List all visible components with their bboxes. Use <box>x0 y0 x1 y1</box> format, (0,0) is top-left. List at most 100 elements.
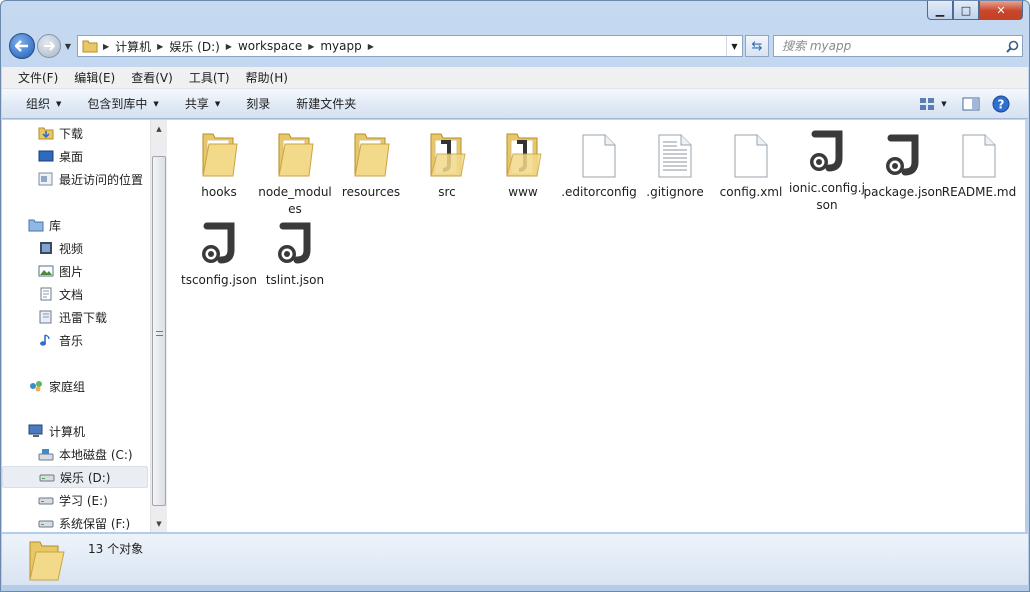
chevron-right-icon[interactable]: ▶ <box>154 42 166 51</box>
folder-icon <box>26 538 70 582</box>
text-file-icon <box>651 130 699 178</box>
search-icon[interactable] <box>1002 40 1022 53</box>
nav-item-thunder-download[interactable]: 迅雷下载 <box>2 306 148 328</box>
file-item-package-json[interactable]: package.json <box>863 124 943 209</box>
file-item-gitignore[interactable]: .gitignore <box>635 124 715 209</box>
folder-icon <box>82 39 98 53</box>
search-box[interactable] <box>773 35 1023 57</box>
music-icon <box>38 332 54 348</box>
menu-view[interactable]: 查看(V) <box>123 69 181 86</box>
navigation-scrollbar[interactable]: ▲ ▼ <box>150 120 167 532</box>
share-button[interactable]: 共享 ▼ <box>177 95 228 112</box>
menu-edit[interactable]: 编辑(E) <box>66 69 123 86</box>
file-item-node-modules[interactable]: node_modules <box>255 124 335 216</box>
search-input[interactable] <box>782 39 1002 53</box>
file-item-tsconfig-json[interactable]: tsconfig.json <box>179 212 259 297</box>
nav-item-libraries[interactable]: 库 <box>2 214 148 236</box>
item-count: 13 个对象 <box>88 542 144 556</box>
back-button[interactable] <box>9 33 35 59</box>
include-in-library-button[interactable]: 包含到库中 ▼ <box>79 95 166 112</box>
scrollbar-thumb[interactable] <box>152 156 166 506</box>
nav-item-pictures[interactable]: 图片 <box>2 260 148 282</box>
breadcrumb-computer[interactable]: 计算机 <box>112 38 154 55</box>
svg-text:?: ? <box>998 98 1005 112</box>
nav-label: 文档 <box>59 287 84 302</box>
forward-arrow-icon <box>44 41 55 51</box>
file-item-config-xml[interactable]: config.xml <box>711 124 791 209</box>
nav-label: 最近访问的位置 <box>59 172 144 187</box>
nav-item-drive-c[interactable]: 本地磁盘 (C:) <box>2 443 148 465</box>
breadcrumb-myapp[interactable]: myapp <box>317 39 364 53</box>
forward-button[interactable] <box>37 34 61 58</box>
organize-button[interactable]: 组织 ▼ <box>18 95 69 112</box>
nav-item-desktop[interactable]: 桌面 <box>2 145 148 167</box>
refresh-icon: ⇆ <box>751 38 763 54</box>
breadcrumb-workspace[interactable]: workspace <box>235 39 305 53</box>
libraries-icon <box>28 217 44 233</box>
nav-label: 计算机 <box>49 424 86 439</box>
nav-label: 娱乐 (D:) <box>60 470 111 485</box>
file-item-ionic-config-json[interactable]: ionic.config.json <box>787 124 867 212</box>
burn-button[interactable]: 刻录 <box>238 95 278 112</box>
minimize-button[interactable]: ▁ <box>927 1 953 20</box>
nav-label: 视频 <box>59 241 84 256</box>
file-list: hooks node_modules resources src www .ed… <box>167 120 1025 532</box>
toolbar-right: ▼ ? <box>906 94 1012 114</box>
drive-icon <box>38 515 54 531</box>
nav-item-music[interactable]: 音乐 <box>2 329 148 351</box>
json-file-icon <box>195 218 243 266</box>
window-controls: ▁ □ ✕ <box>927 1 1023 20</box>
scroll-down-arrow-icon[interactable]: ▼ <box>151 515 167 532</box>
chevron-right-icon[interactable]: ▶ <box>100 42 112 51</box>
nav-item-drive-e[interactable]: 学习 (E:) <box>2 489 148 511</box>
chevron-right-icon[interactable]: ▶ <box>305 42 317 51</box>
blank-file-icon <box>575 130 623 178</box>
nav-item-recent-places[interactable]: 最近访问的位置 <box>2 168 148 190</box>
address-bar[interactable]: ▶ 计算机 ▶ 娱乐 (D:) ▶ workspace ▶ myapp ▶ ▼ <box>77 35 743 57</box>
file-item-tslint-json[interactable]: tslint.json <box>255 212 335 297</box>
nav-label: 下载 <box>59 126 84 141</box>
view-options-button[interactable]: ▼ <box>914 94 952 114</box>
nav-label: 学习 (E:) <box>59 493 108 508</box>
address-history-dropdown[interactable]: ▼ <box>726 36 742 56</box>
caret-down-icon: ▼ <box>941 100 947 108</box>
file-item-src[interactable]: src <box>407 124 487 209</box>
new-folder-button[interactable]: 新建文件夹 <box>288 95 364 112</box>
help-button[interactable]: ? <box>990 94 1012 114</box>
nav-item-videos[interactable]: 视频 <box>2 237 148 259</box>
preview-pane-button[interactable] <box>960 94 982 114</box>
breadcrumb-drive-d[interactable]: 娱乐 (D:) <box>166 38 222 55</box>
refresh-button[interactable]: ⇆ <box>745 35 769 57</box>
new-folder-label: 新建文件夹 <box>296 97 357 111</box>
nav-item-drive-d[interactable]: 娱乐 (D:) <box>2 466 148 488</box>
caret-down-icon: ▼ <box>214 99 221 108</box>
nav-item-drive-f[interactable]: 系统保留 (F:) <box>2 512 148 532</box>
file-name: package.json <box>863 185 943 199</box>
chevron-right-icon[interactable]: ▶ <box>223 42 235 51</box>
homegroup-icon <box>28 378 44 394</box>
scroll-up-arrow-icon[interactable]: ▲ <box>151 120 167 137</box>
menu-file[interactable]: 文件(F) <box>10 69 66 86</box>
nav-item-downloads[interactable]: 下载 <box>2 122 148 144</box>
menu-tools[interactable]: 工具(T) <box>181 69 238 86</box>
menu-help[interactable]: 帮助(H) <box>238 69 296 86</box>
close-button[interactable]: ✕ <box>979 1 1023 20</box>
json-file-icon <box>879 130 927 178</box>
videos-icon <box>38 240 54 256</box>
nav-item-homegroup[interactable]: 家庭组 <box>2 375 148 397</box>
file-item-www[interactable]: www <box>483 124 563 209</box>
maximize-button[interactable]: □ <box>953 1 979 20</box>
folder-with-json-icon <box>423 130 471 178</box>
nav-label: 迅雷下载 <box>59 310 108 325</box>
file-name: src <box>438 185 456 199</box>
chevron-right-icon[interactable]: ▶ <box>365 42 377 51</box>
file-name: www <box>508 185 538 199</box>
file-item-resources[interactable]: resources <box>331 124 411 209</box>
file-item-readme-md[interactable]: README.md <box>939 124 1019 209</box>
nav-item-documents[interactable]: 文档 <box>2 283 148 305</box>
file-item-hooks[interactable]: hooks <box>179 124 259 209</box>
file-item-editorconfig[interactable]: .editorconfig <box>559 124 639 209</box>
nav-item-computer[interactable]: 计算机 <box>2 420 148 442</box>
nav-label: 系统保留 (F:) <box>59 516 131 531</box>
recent-pages-dropdown[interactable]: ▼ <box>63 42 73 51</box>
